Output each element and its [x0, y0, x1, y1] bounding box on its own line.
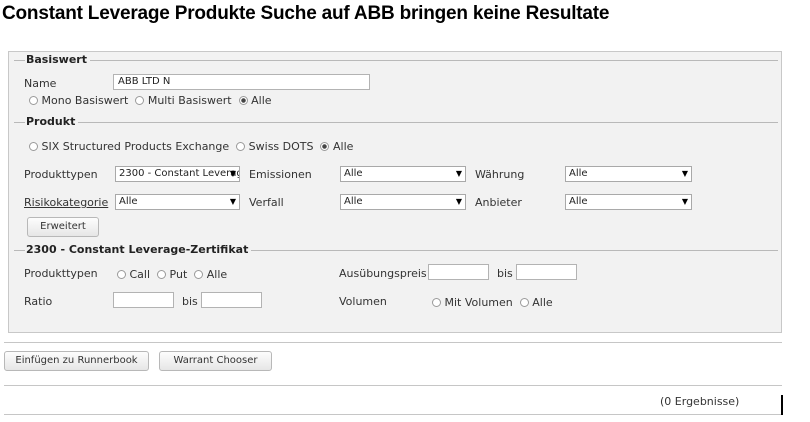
emissionen-label: Emissionen [249, 168, 312, 181]
anbieter-select-value: Alle [569, 196, 588, 207]
waehrung-select-value: Alle [569, 168, 588, 179]
ausuebungspreis-to-input[interactable] [516, 264, 577, 280]
name-label: Name [24, 77, 57, 90]
warrant-chooser-button[interactable]: Warrant Chooser [159, 351, 272, 371]
divider [4, 342, 782, 343]
divider [4, 414, 782, 415]
radio-basiswert-alle[interactable] [238, 96, 248, 105]
erweitert-button[interactable]: Erweitert [27, 217, 99, 237]
ratio-to-input[interactable] [201, 292, 262, 308]
volumen-label: Volumen [339, 295, 387, 308]
ausuebungspreis-label: Ausübungspreis [339, 267, 427, 280]
bis-label: bis [497, 267, 513, 280]
emissionen-select-value: Alle [344, 168, 363, 179]
text-cursor [781, 395, 783, 415]
section-divider [14, 122, 778, 123]
dropdown-arrow-icon: ▼ [455, 197, 462, 206]
section-heading-produkt: Produkt [25, 115, 79, 128]
radio-type-alle[interactable] [194, 270, 204, 279]
call-put-radio-group: Call Put Alle [117, 268, 227, 281]
ratio-from-input[interactable] [113, 292, 174, 308]
radio-six-exchange[interactable] [29, 142, 38, 151]
radio-mono-basiswert-label: Mono Basiswert [41, 94, 129, 107]
radio-mit-volumen-label: Mit Volumen [444, 296, 513, 309]
radio-six-exchange-label: SIX Structured Products Exchange [41, 140, 230, 153]
ausuebungspreis-from-input[interactable] [428, 264, 489, 280]
verfall-label: Verfall [249, 196, 284, 209]
section-heading-basiswert: Basiswert [25, 53, 90, 66]
radio-put-label: Put [169, 268, 188, 281]
results-count: (0 Ergebnisse) [660, 395, 740, 408]
radio-produkt-alle-label: Alle [332, 140, 354, 153]
radio-call-label: Call [129, 268, 151, 281]
radio-volumen-alle[interactable] [519, 298, 529, 307]
dropdown-arrow-icon: ▼ [229, 197, 236, 206]
radio-mono-basiswert[interactable] [29, 96, 38, 105]
radio-basiswert-alle-label: Alle [251, 94, 272, 107]
anbieter-select[interactable]: Alle ▼ [565, 194, 692, 210]
divider [4, 385, 782, 386]
radio-type-alle-label: Alle [206, 268, 228, 281]
produkttypen-select-value: 2300 - Constant Leverage-Zertifikat [119, 168, 239, 179]
radio-produkt-alle[interactable] [320, 142, 330, 151]
radio-multi-basiswert-label: Multi Basiswert [147, 94, 232, 107]
volumen-radio-group: Mit Volumen Alle [432, 296, 553, 309]
ratio-label: Ratio [24, 295, 53, 308]
risikokategorie-select-value: Alle [119, 196, 138, 207]
runnerbook-button[interactable]: Einfügen zu Runnerbook [4, 351, 149, 371]
anbieter-label: Anbieter [475, 196, 522, 209]
dropdown-arrow-icon: ▼ [455, 169, 462, 178]
verfall-select-value: Alle [344, 196, 363, 207]
clz-produkttypen-label: Produkttypen [24, 267, 98, 280]
name-input[interactable]: ABB LTD N [113, 74, 370, 90]
radio-mit-volumen[interactable] [432, 298, 441, 307]
dropdown-arrow-icon: ▼ [681, 197, 688, 206]
dropdown-arrow-icon: ▼ [229, 169, 236, 178]
radio-multi-basiswert[interactable] [135, 96, 145, 105]
risikokategorie-link[interactable]: Risikokategorie [24, 196, 108, 209]
produkt-radio-group: SIX Structured Products Exchange Swiss D… [29, 140, 353, 153]
emissionen-select[interactable]: Alle ▼ [340, 166, 466, 182]
radio-call[interactable] [117, 270, 126, 279]
produkttypen-select[interactable]: 2300 - Constant Leverage-Zertifikat ▼ [115, 166, 240, 182]
section-heading-constant-leverage: 2300 - Constant Leverage-Zertifikat [25, 243, 252, 256]
page-title: Constant Leverage Produkte Suche auf ABB… [2, 3, 610, 24]
waehrung-label: Währung [475, 168, 525, 181]
risikokategorie-select[interactable]: Alle ▼ [115, 194, 240, 210]
basiswert-radio-group: Mono Basiswert Multi Basiswert Alle [29, 94, 272, 107]
waehrung-select[interactable]: Alle ▼ [565, 166, 692, 182]
radio-swiss-dots[interactable] [236, 142, 246, 151]
section-divider [14, 60, 778, 61]
verfall-select[interactable]: Alle ▼ [340, 194, 466, 210]
radio-volumen-alle-label: Alle [532, 296, 553, 309]
search-form-panel: Basiswert Name ABB LTD N Mono Basiswert … [8, 51, 782, 333]
radio-swiss-dots-label: Swiss DOTS [248, 140, 314, 153]
dropdown-arrow-icon: ▼ [681, 169, 688, 178]
radio-put[interactable] [157, 270, 167, 279]
bis-label: bis [182, 295, 198, 308]
produkttypen-label: Produkttypen [24, 168, 98, 181]
